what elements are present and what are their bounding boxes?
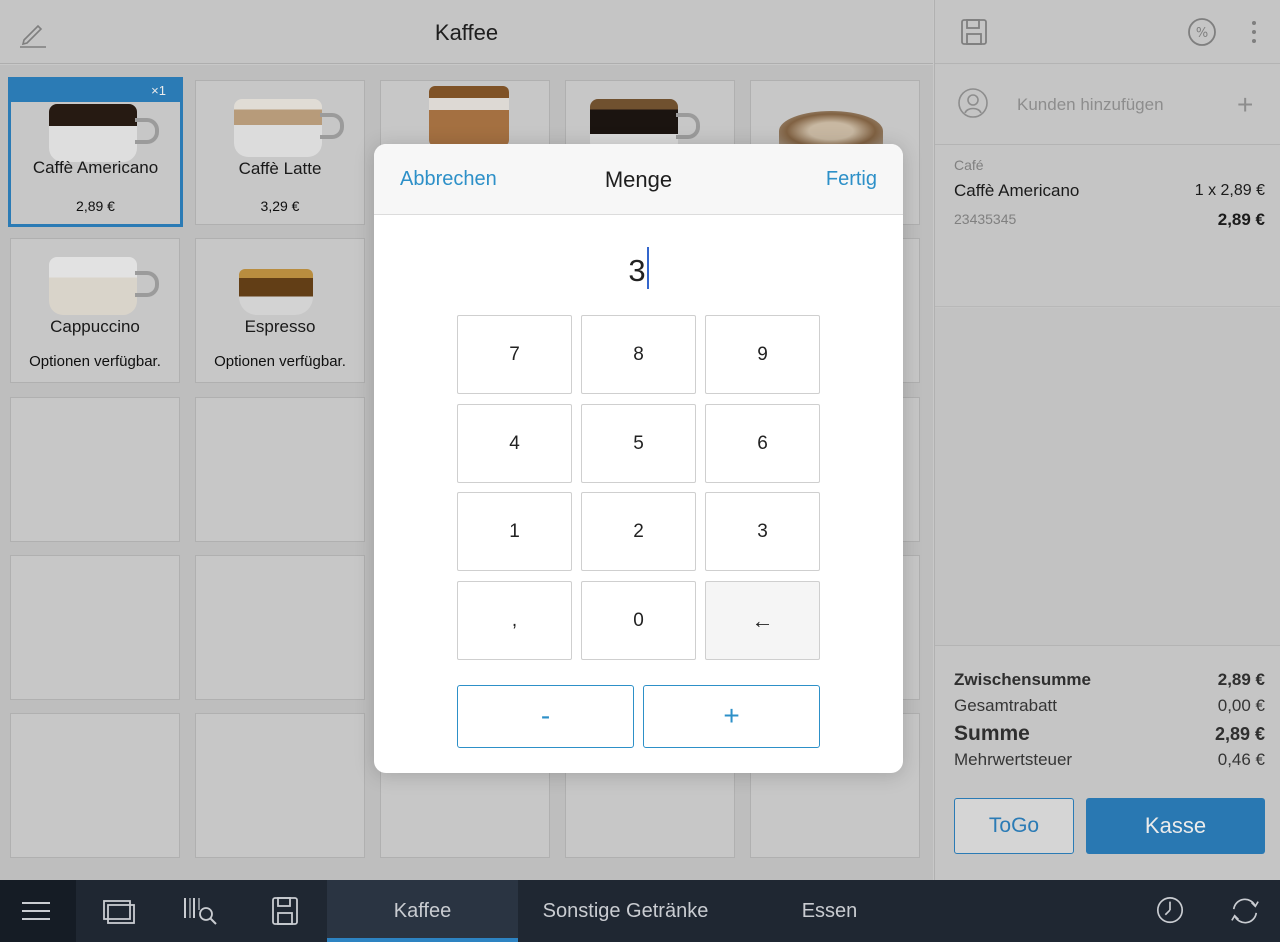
key-4[interactable]: 4	[457, 404, 572, 483]
key-5[interactable]: 5	[581, 404, 696, 483]
tab-sonstige-getraenke[interactable]: Sonstige Getränke	[518, 880, 733, 942]
key-6[interactable]: 6	[705, 404, 820, 483]
key-3[interactable]: 3	[705, 492, 820, 571]
backspace-key[interactable]: ←	[705, 581, 820, 660]
decrement-button[interactable]: -	[457, 685, 634, 748]
tab-essen[interactable]: Essen	[733, 880, 926, 942]
key-8[interactable]: 8	[581, 315, 696, 394]
key-comma[interactable]: ,	[457, 581, 572, 660]
increment-button[interactable]: +	[643, 685, 820, 748]
key-0[interactable]: 0	[581, 581, 696, 660]
quantity-dialog: Abbrechen Menge Fertig 3 7 8 9 4 5 6 1 2…	[374, 144, 903, 773]
bottom-navigation: Kaffee Sonstige Getränke Essen	[0, 880, 1280, 942]
key-7[interactable]: 7	[457, 315, 572, 394]
quantity-display[interactable]: 3	[374, 247, 903, 289]
hamburger-icon	[22, 902, 50, 920]
dialog-title: Menge	[604, 167, 673, 192]
key-9[interactable]: 9	[705, 315, 820, 394]
text-cursor	[646, 247, 649, 289]
key-2[interactable]: 2	[581, 492, 696, 571]
menu-button[interactable]	[0, 880, 76, 942]
quantity-value: 3	[628, 253, 646, 288]
dialog-header: Abbrechen Menge Fertig	[374, 144, 903, 215]
sync-icon[interactable]	[1228, 896, 1262, 926]
screens-icon[interactable]	[102, 896, 136, 926]
done-button[interactable]: Fertig	[826, 168, 877, 191]
save-icon[interactable]	[270, 896, 300, 926]
barcode-search-icon[interactable]	[182, 896, 220, 926]
clock-icon[interactable]	[1154, 896, 1186, 926]
key-1[interactable]: 1	[457, 492, 572, 571]
tab-kaffee[interactable]: Kaffee	[327, 880, 518, 942]
